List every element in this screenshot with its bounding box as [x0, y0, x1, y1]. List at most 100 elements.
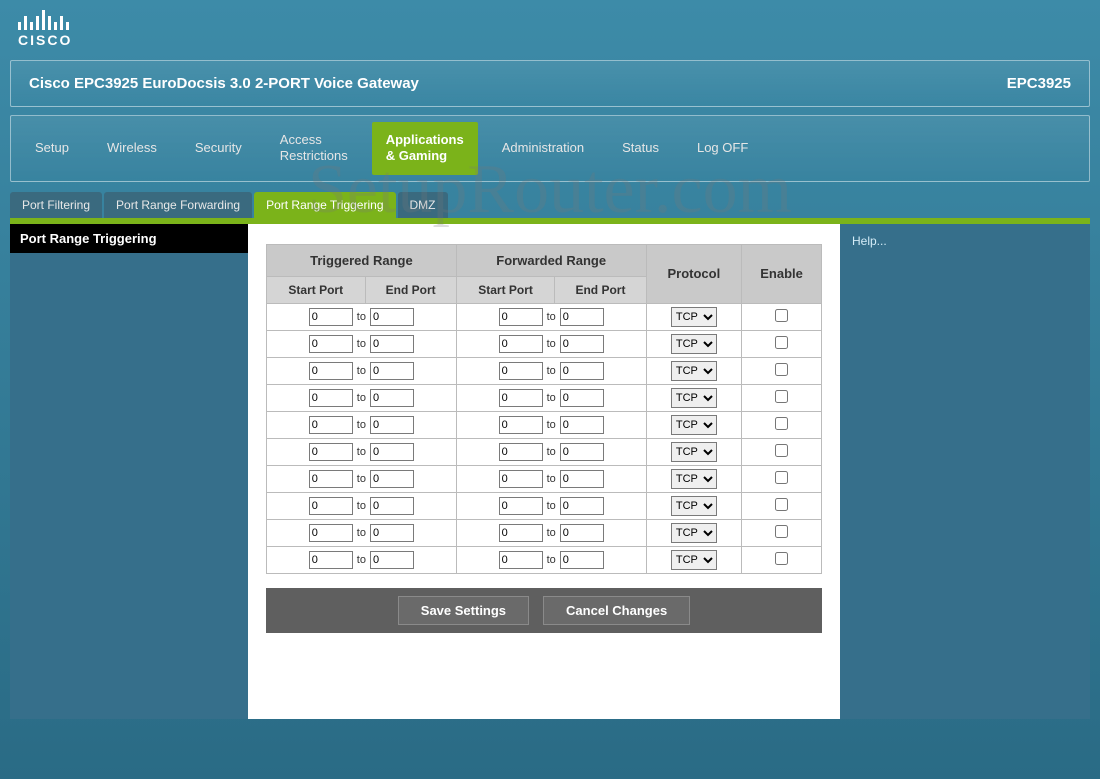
- protocol-select[interactable]: TCPUDPBoth: [671, 415, 717, 435]
- forwarded-start-input[interactable]: [499, 335, 543, 353]
- table-row: totoTCPUDPBoth: [267, 465, 822, 492]
- to-label: to: [357, 392, 366, 404]
- to-label: to: [357, 554, 366, 566]
- to-label: to: [357, 311, 366, 323]
- triggered-end-input[interactable]: [370, 416, 414, 434]
- triggered-start-input[interactable]: [309, 362, 353, 380]
- protocol-select[interactable]: TCPUDPBoth: [671, 523, 717, 543]
- nav-item-wireless[interactable]: Wireless: [93, 130, 171, 166]
- enable-checkbox[interactable]: [775, 552, 788, 565]
- enable-checkbox[interactable]: [775, 309, 788, 322]
- triggered-start-input[interactable]: [309, 308, 353, 326]
- triggered-start-input[interactable]: [309, 335, 353, 353]
- forwarded-end-input[interactable]: [560, 335, 604, 353]
- nav-item-status[interactable]: Status: [608, 130, 673, 166]
- triggered-start-input[interactable]: [309, 551, 353, 569]
- nav-item-applications[interactable]: Applications& Gaming: [372, 122, 478, 175]
- triggered-end-input[interactable]: [370, 443, 414, 461]
- nav-item-administration[interactable]: Administration: [488, 130, 598, 166]
- forwarded-start-input[interactable]: [499, 524, 543, 542]
- table-row: totoTCPUDPBoth: [267, 357, 822, 384]
- forwarded-end-input[interactable]: [560, 308, 604, 326]
- forwarded-end-input[interactable]: [560, 416, 604, 434]
- table-row: totoTCPUDPBoth: [267, 330, 822, 357]
- forwarded-end-input[interactable]: [560, 551, 604, 569]
- triggered-start-input[interactable]: [309, 416, 353, 434]
- triggered-end-input[interactable]: [370, 335, 414, 353]
- forwarded-end-input[interactable]: [560, 470, 604, 488]
- forwarded-end-input[interactable]: [560, 497, 604, 515]
- content-area: Port Range Triggering Triggered Range Fo…: [10, 224, 1090, 719]
- logo-area: CISCO: [0, 0, 1100, 52]
- sub-tab-dmz[interactable]: DMZ: [398, 192, 448, 218]
- forwarded-start-input[interactable]: [499, 470, 543, 488]
- page-title: Cisco EPC3925 EuroDocsis 3.0 2-PORT Voic…: [29, 75, 419, 92]
- to-label: to: [547, 446, 556, 458]
- nav-item-log[interactable]: Log OFF: [683, 130, 762, 166]
- triggered-end-input[interactable]: [370, 389, 414, 407]
- triggered-start-input[interactable]: [309, 524, 353, 542]
- forwarded-start-input[interactable]: [499, 389, 543, 407]
- forwarded-start-input[interactable]: [499, 551, 543, 569]
- title-bar: Cisco EPC3925 EuroDocsis 3.0 2-PORT Voic…: [10, 60, 1090, 107]
- to-label: to: [547, 500, 556, 512]
- protocol-select[interactable]: TCPUDPBoth: [671, 361, 717, 381]
- sub-tab-port-filtering[interactable]: Port Filtering: [10, 192, 102, 218]
- button-row: Save Settings Cancel Changes: [266, 588, 822, 633]
- help-link[interactable]: Help...: [852, 234, 887, 248]
- sub-tab-port-range-forwarding[interactable]: Port Range Forwarding: [104, 192, 252, 218]
- triggered-start-input[interactable]: [309, 389, 353, 407]
- table-row: to to TCPUDPBoth: [267, 546, 822, 573]
- enable-checkbox[interactable]: [775, 444, 788, 457]
- triggered-start-input[interactable]: [309, 443, 353, 461]
- enable-checkbox[interactable]: [775, 390, 788, 403]
- protocol-select[interactable]: TCPUDPBoth: [671, 550, 717, 570]
- triggered-end-input[interactable]: [370, 497, 414, 515]
- to-label: to: [547, 473, 556, 485]
- th-t-end: End Port: [365, 276, 456, 303]
- protocol-select[interactable]: TCPUDPBoth: [671, 388, 717, 408]
- forwarded-end-input[interactable]: [560, 389, 604, 407]
- triggered-start-input[interactable]: [309, 470, 353, 488]
- forwarded-end-input[interactable]: [560, 524, 604, 542]
- forwarded-start-input[interactable]: [499, 443, 543, 461]
- enable-checkbox[interactable]: [775, 336, 788, 349]
- th-f-end: End Port: [555, 276, 646, 303]
- triggered-end-input[interactable]: [370, 470, 414, 488]
- protocol-select[interactable]: TCPUDPBoth: [671, 307, 717, 327]
- to-label: to: [547, 554, 556, 566]
- triggered-end-input[interactable]: [370, 362, 414, 380]
- forwarded-end-input[interactable]: [560, 362, 604, 380]
- enable-checkbox[interactable]: [775, 417, 788, 430]
- protocol-select[interactable]: TCPUDPBoth: [671, 442, 717, 462]
- forwarded-end-input[interactable]: [560, 443, 604, 461]
- left-panel: Port Range Triggering: [10, 224, 248, 719]
- triggered-end-input[interactable]: [370, 524, 414, 542]
- protocol-select[interactable]: TCPUDPBoth: [671, 469, 717, 489]
- enable-checkbox[interactable]: [775, 471, 788, 484]
- to-label: to: [357, 365, 366, 377]
- protocol-select[interactable]: TCPUDPBoth: [671, 496, 717, 516]
- triggered-end-input[interactable]: [370, 551, 414, 569]
- left-header: Port Range Triggering: [10, 224, 248, 253]
- to-label: to: [357, 446, 366, 458]
- sub-tab-port-range-triggering[interactable]: Port Range Triggering: [254, 192, 395, 218]
- enable-checkbox[interactable]: [775, 525, 788, 538]
- triggered-end-input[interactable]: [370, 308, 414, 326]
- triggered-start-input[interactable]: [309, 497, 353, 515]
- nav-item-security[interactable]: Security: [181, 130, 256, 166]
- forwarded-start-input[interactable]: [499, 308, 543, 326]
- enable-checkbox[interactable]: [775, 498, 788, 511]
- forwarded-start-input[interactable]: [499, 362, 543, 380]
- nav-item-setup[interactable]: Setup: [21, 130, 83, 166]
- cancel-button[interactable]: Cancel Changes: [543, 596, 690, 625]
- save-button[interactable]: Save Settings: [398, 596, 529, 625]
- forwarded-start-input[interactable]: [499, 416, 543, 434]
- nav-item-access[interactable]: AccessRestrictions: [266, 122, 362, 175]
- table-row: totoTCPUDPBoth: [267, 492, 822, 519]
- sub-tabs: Port FilteringPort Range ForwardingPort …: [10, 192, 1090, 218]
- enable-checkbox[interactable]: [775, 363, 788, 376]
- to-label: to: [357, 527, 366, 539]
- protocol-select[interactable]: TCPUDPBoth: [671, 334, 717, 354]
- forwarded-start-input[interactable]: [499, 497, 543, 515]
